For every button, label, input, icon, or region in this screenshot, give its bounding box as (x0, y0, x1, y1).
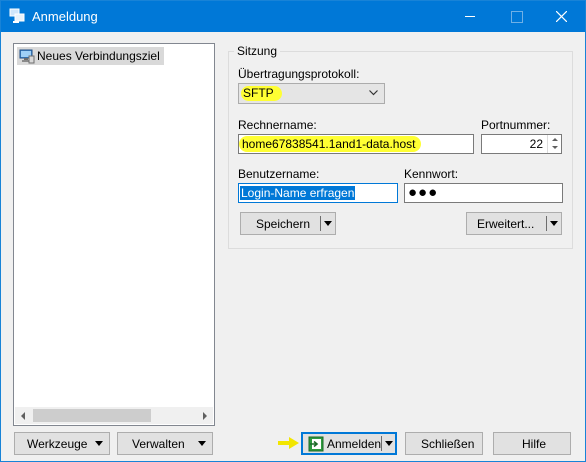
dropdown-arrow-icon (198, 441, 206, 446)
minimize-icon[interactable] (447, 1, 493, 32)
split-divider (320, 216, 321, 231)
winscp-icon (9, 8, 25, 23)
help-label: Hilfe (522, 437, 547, 451)
scroll-right-icon[interactable] (196, 407, 213, 424)
site-tree[interactable]: Neues Verbindungsziel (13, 43, 215, 426)
scroll-left-icon[interactable] (15, 407, 32, 424)
dropdown-arrow-icon[interactable] (550, 221, 558, 226)
login-label: Anmelden (327, 437, 382, 451)
session-group-label: Sitzung (234, 44, 281, 58)
manage-button[interactable]: Verwalten (117, 432, 213, 455)
host-value: home67838541.1and1-data.host (239, 136, 422, 152)
tree-item-label: Neues Verbindungsziel (37, 49, 160, 63)
close-icon[interactable] (539, 1, 585, 32)
help-button[interactable]: Hilfe (493, 432, 571, 455)
protocol-label: Übertragungsprotokoll: (238, 67, 360, 81)
window-title: Anmeldung (32, 9, 98, 24)
save-button[interactable]: Speichern (240, 212, 336, 235)
protocol-value: SFTP (241, 86, 282, 101)
manage-label: Verwalten (132, 437, 185, 451)
user-label: Benutzername: (238, 167, 320, 181)
chevron-down-icon (369, 90, 378, 96)
scroll-thumb[interactable] (33, 409, 151, 422)
password-field[interactable]: ●●● (404, 183, 563, 203)
port-field[interactable]: 22 (481, 134, 562, 154)
split-divider (381, 436, 382, 451)
tools-label: Werkzeuge (27, 437, 88, 451)
horizontal-scrollbar[interactable] (15, 407, 213, 424)
dropdown-arrow-icon (95, 441, 103, 446)
close-button[interactable]: Schließen (405, 432, 483, 455)
advanced-label: Erweitert... (477, 217, 535, 231)
close-label: Schließen (421, 437, 475, 451)
advanced-button[interactable]: Erweitert... (466, 212, 562, 235)
login-button[interactable]: Anmelden (301, 432, 397, 455)
split-divider (546, 216, 547, 231)
host-label: Rechnername: (238, 118, 317, 132)
title-bar: Anmeldung (1, 1, 585, 32)
login-icon (308, 436, 324, 452)
username-value: Login-Name erfragen (240, 186, 356, 200)
password-label: Kennwort: (404, 167, 459, 181)
protocol-select[interactable]: SFTP (238, 83, 385, 104)
login-dialog: Anmeldung Neues Verbindungsziel Sitzung … (0, 0, 586, 462)
tree-item-new-site[interactable]: Neues Verbindungsziel (17, 47, 164, 65)
username-field[interactable]: Login-Name erfragen (238, 183, 398, 203)
maximize-icon[interactable] (493, 1, 539, 32)
spin-down-icon[interactable] (548, 144, 561, 153)
password-value: ●●● (408, 184, 439, 201)
computer-icon (19, 49, 35, 64)
port-label: Portnummer: (481, 118, 551, 132)
spin-up-icon[interactable] (548, 135, 561, 144)
port-value: 22 (529, 137, 543, 151)
arrow-right-icon (278, 437, 299, 449)
host-field[interactable]: home67838541.1and1-data.host (238, 134, 474, 154)
port-spinner[interactable] (547, 135, 561, 153)
save-label: Speichern (256, 217, 311, 231)
dropdown-arrow-icon[interactable] (324, 221, 332, 226)
tools-button[interactable]: Werkzeuge (14, 432, 110, 455)
dropdown-arrow-icon[interactable] (385, 441, 393, 446)
